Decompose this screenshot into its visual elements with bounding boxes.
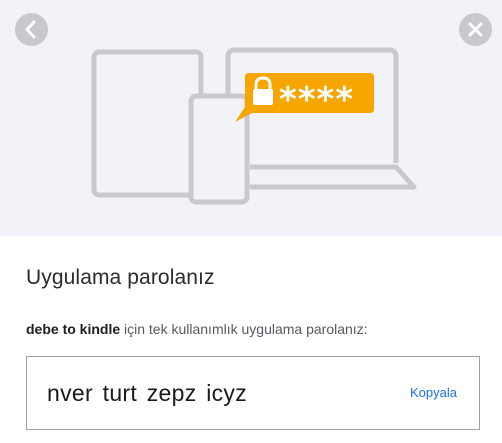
phone-icon — [188, 93, 250, 205]
close-x-icon — [468, 22, 483, 37]
app-name: debe to kindle — [26, 321, 121, 337]
password-mask: **** — [279, 80, 354, 120]
back-button[interactable] — [15, 13, 48, 46]
description: debe to kindle için tek kullanımlık uygu… — [26, 321, 368, 337]
page-title: Uygulama parolanız — [26, 266, 215, 289]
app-password-value[interactable]: nver turt zepz icyz — [47, 380, 247, 407]
copy-button[interactable]: Kopyala — [410, 385, 457, 400]
chevron-left-icon — [25, 20, 36, 39]
hero-banner: **** — [0, 0, 502, 236]
app-password-box: nver turt zepz icyz Kopyala — [26, 356, 480, 430]
tablet-icon — [91, 49, 204, 198]
devices-illustration: **** — [91, 47, 417, 205]
description-suffix: için tek kullanımlık uygulama parolanız: — [120, 321, 368, 337]
close-button[interactable] — [459, 13, 492, 46]
